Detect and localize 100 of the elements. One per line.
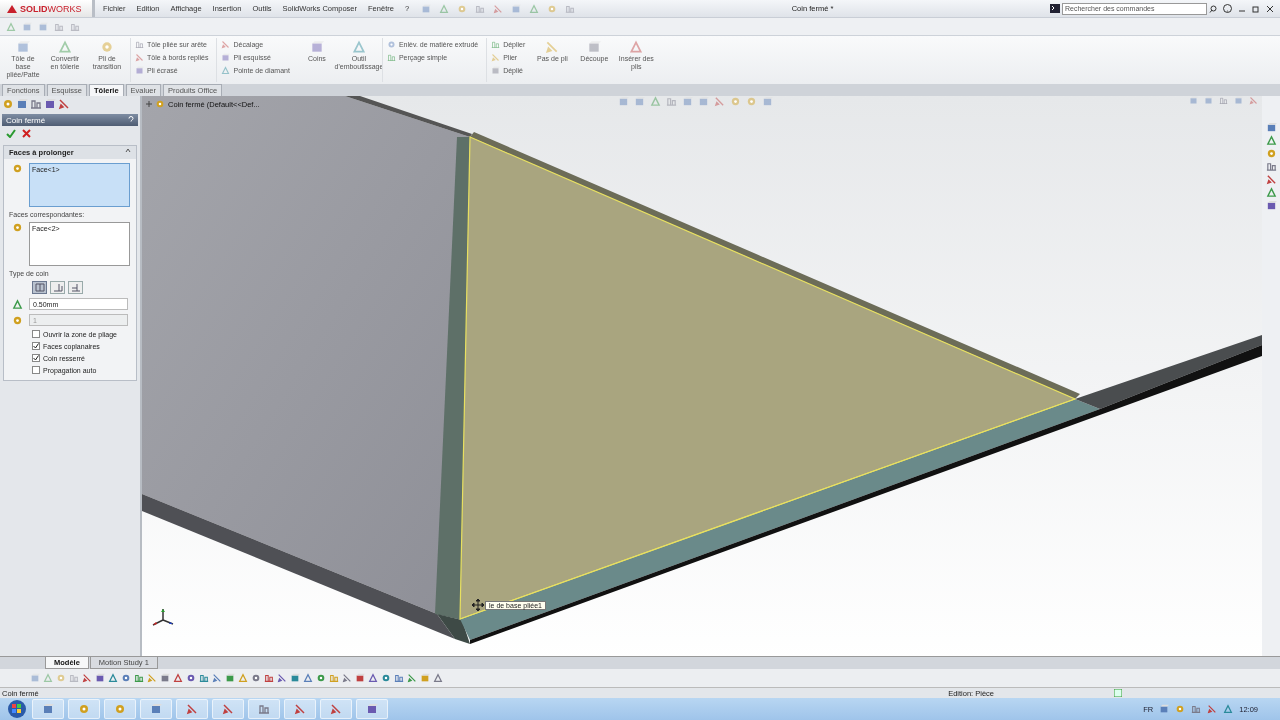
taskbar-app-button[interactable] [356,699,388,719]
window-control-icon[interactable] [1219,96,1228,105]
toolbar-icon[interactable] [493,3,504,14]
taskbar-app-button[interactable] [284,699,316,719]
app-icon[interactable] [258,703,270,715]
view-toolbar-icon[interactable] [666,96,677,107]
app-icon[interactable] [150,703,162,715]
sketch-tool-icon[interactable] [212,673,222,683]
ribbon-tool-icon[interactable] [221,66,231,75]
part-icon[interactable] [155,99,165,109]
toolbar-icon[interactable] [6,21,16,32]
sketch-tool-icon[interactable] [407,673,417,683]
sketch-tool-icon[interactable] [342,673,352,683]
taskbar-app-button[interactable] [176,699,208,719]
view-toolbar-icon[interactable] [650,96,661,107]
face-selection-icon[interactable] [12,222,23,233]
task-pane-icon[interactable] [1265,174,1277,185]
window-control-icon[interactable] [1249,96,1258,105]
start-button[interactable] [6,699,28,719]
sketch-tool-icon[interactable] [199,673,209,683]
restore-icon[interactable] [1252,4,1260,13]
collapse-caret-icon[interactable] [125,148,131,153]
sketch-tool-icon[interactable] [264,673,274,683]
ribbon-tool-icon[interactable] [100,40,114,54]
taskbar-app-button[interactable] [104,699,136,719]
ribbon-tool-icon[interactable] [221,40,231,49]
ribbon-tool-icon[interactable] [587,40,602,54]
app-icon[interactable] [222,703,234,715]
window-control-icon[interactable] [1189,96,1198,105]
toolbar-icon[interactable] [421,3,432,14]
toolbar-icon[interactable] [439,3,450,14]
sketch-tool-icon[interactable] [433,673,443,683]
taskbar-app-button[interactable] [320,699,352,719]
ribbon-tool-icon[interactable] [58,40,72,54]
ribbon-tool-icon[interactable] [351,40,366,54]
overlap-ratio-icon[interactable] [12,314,23,326]
ribbon-tool-icon[interactable] [309,40,324,54]
taskbar-app-button[interactable] [140,699,172,719]
tray-icon[interactable] [1175,704,1186,714]
expand-icon[interactable] [146,101,152,107]
app-icon[interactable] [366,703,378,715]
ribbon-tool-icon[interactable] [386,40,396,49]
sketch-tool-icon[interactable] [95,673,105,683]
window-control-icon[interactable] [1204,96,1213,105]
ribbon-tool-icon[interactable] [491,53,501,62]
toolbar-icon[interactable] [547,3,558,14]
checkbox[interactable] [32,354,40,362]
ribbon-tool-icon[interactable] [135,66,144,75]
view-toolbar-icon[interactable] [746,96,757,107]
sketch-tool-icon[interactable] [355,673,365,683]
task-pane-icon[interactable] [1265,161,1277,172]
ribbon-tool-icon[interactable] [629,40,644,54]
panel-tab-icon[interactable] [44,98,56,110]
panel-tab-icon[interactable] [58,98,70,110]
view-toolbar-icon[interactable] [682,96,693,107]
search-icon[interactable] [1209,4,1217,13]
task-pane-icon[interactable] [1265,200,1277,211]
sketch-tool-icon[interactable] [277,673,287,683]
app-icon[interactable] [330,703,342,715]
checkbox[interactable] [32,366,40,374]
sketch-tool-icon[interactable] [82,673,92,683]
toolbar-icon[interactable] [565,3,576,14]
task-pane-icon[interactable] [1265,135,1277,146]
cancel-x-icon[interactable] [22,129,31,138]
ribbon-tool-icon[interactable] [221,53,231,62]
tray-icon[interactable] [1159,704,1170,714]
sketch-tool-icon[interactable] [225,673,235,683]
gap-distance-icon[interactable] [12,298,23,310]
view-toolbar-icon[interactable] [618,96,629,107]
view-toolbar-icon[interactable] [762,96,773,107]
window-control-icon[interactable] [1234,96,1243,105]
toolbar-icon[interactable] [70,21,80,32]
app-icon[interactable] [114,703,126,715]
sketch-tool-icon[interactable] [134,673,144,683]
app-icon[interactable] [186,703,198,715]
ribbon-tool-icon[interactable] [545,40,560,54]
panel-tab-icon[interactable] [30,98,42,110]
checkbox[interactable] [32,342,40,350]
app-icon[interactable] [294,703,306,715]
ribbon-tool-icon[interactable] [386,53,396,62]
app-icon[interactable] [42,703,54,715]
ribbon-tool-icon[interactable] [135,40,144,49]
toolbar-icon[interactable] [529,3,540,14]
panel-tab-icon[interactable] [16,98,28,110]
toolbar-icon[interactable] [54,21,64,32]
tray-icon[interactable] [1191,704,1202,714]
ribbon-tool-icon[interactable] [135,53,144,62]
view-toolbar-icon[interactable] [730,96,741,107]
view-toolbar-icon[interactable] [634,96,645,107]
ribbon-tool-icon[interactable] [491,66,501,75]
ribbon-tool-icon[interactable] [491,40,501,49]
taskbar-app-button[interactable] [248,699,280,719]
taskbar-app-button[interactable] [68,699,100,719]
toolbar-icon[interactable] [22,21,32,32]
sketch-tool-icon[interactable] [160,673,170,683]
corner-type-button[interactable] [50,281,65,294]
toolbar-icon[interactable] [38,21,48,32]
toolbar-icon[interactable] [457,3,468,14]
view-toolbar-icon[interactable] [714,96,725,107]
tray-icon[interactable] [1207,704,1218,714]
